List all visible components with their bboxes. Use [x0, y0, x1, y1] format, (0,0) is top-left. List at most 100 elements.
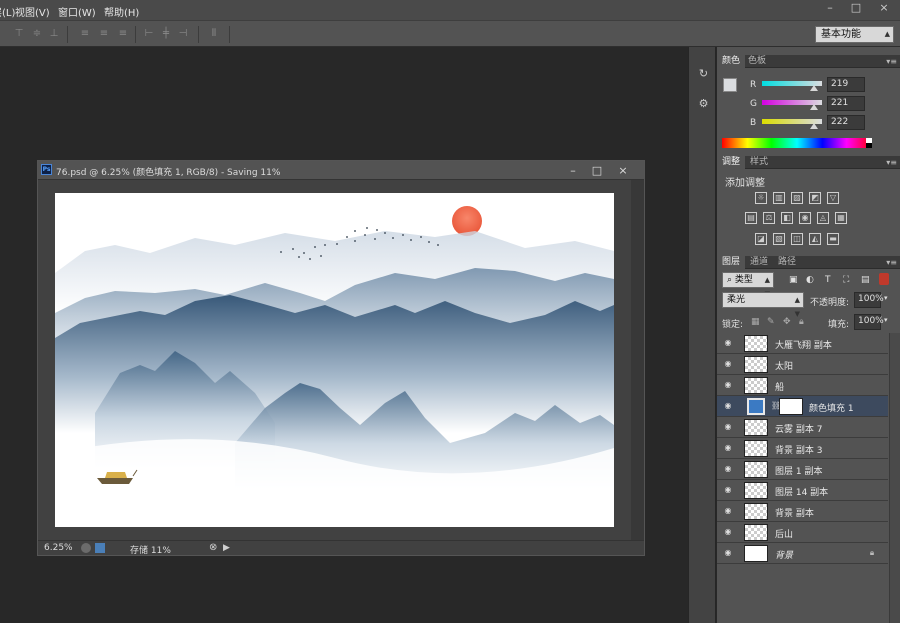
align-vcenter-icon[interactable]: ≑: [31, 28, 43, 40]
fill-input[interactable]: 100%: [854, 314, 884, 330]
align-hcenter-icon[interactable]: ╪: [160, 28, 172, 40]
spectrum-black-swatch[interactable]: [866, 143, 872, 148]
vibrance-icon[interactable]: ▽: [827, 192, 839, 204]
cancel-save-icon[interactable]: ⊗: [209, 543, 219, 553]
app-close-button[interactable]: ×: [874, 1, 894, 14]
layer-row[interactable]: ◉ 背景 副本: [717, 501, 888, 522]
filter-type-icon[interactable]: T: [825, 275, 831, 285]
app-minimize-button[interactable]: –: [820, 1, 840, 14]
distribute-horizontal-icon[interactable]: ⫴: [208, 28, 220, 40]
visibility-eye-icon[interactable]: ◉: [723, 444, 733, 452]
blue-slider-thumb[interactable]: [810, 123, 819, 129]
status-menu-arrow-icon[interactable]: ▶: [223, 543, 233, 553]
opacity-dropdown-icon[interactable]: ▾: [884, 294, 888, 302]
tab-paths[interactable]: 路径: [773, 256, 801, 269]
app-restore-button[interactable]: □: [846, 1, 866, 14]
lock-position-icon[interactable]: ✥: [783, 317, 791, 327]
doc-minimize-button[interactable]: –: [560, 161, 586, 180]
lock-all-icon[interactable]: 🔒︎: [799, 317, 804, 327]
status-info-icon[interactable]: [81, 543, 91, 553]
color-balance-icon[interactable]: ⚖: [763, 212, 775, 224]
levels-icon[interactable]: ▥: [773, 192, 785, 204]
layer-row[interactable]: ◉ 背景 🔒︎: [717, 543, 888, 564]
red-slider-thumb[interactable]: [809, 85, 818, 91]
history-panel-icon[interactable]: ↻: [695, 65, 712, 82]
visibility-eye-icon[interactable]: ◉: [723, 339, 733, 347]
green-value[interactable]: 221: [827, 96, 865, 111]
visibility-eye-icon[interactable]: ◉: [723, 486, 733, 494]
layer-row[interactable]: ◉ 背景 副本 3: [717, 438, 888, 459]
opacity-input[interactable]: 100%: [854, 292, 884, 308]
lock-image-icon[interactable]: ✎: [767, 317, 775, 327]
align-top-icon[interactable]: ⊤: [13, 28, 25, 40]
blue-value[interactable]: 222: [827, 115, 865, 130]
brightness-icon[interactable]: ☼: [755, 192, 767, 204]
fill-dropdown-icon[interactable]: ▾: [884, 316, 888, 324]
visibility-eye-icon[interactable]: ◉: [723, 507, 733, 515]
distribute-top-icon[interactable]: ≡: [79, 28, 91, 40]
tab-swatches[interactable]: 色板: [743, 55, 771, 68]
lock-transparent-icon[interactable]: ▦: [751, 317, 760, 327]
visibility-eye-icon[interactable]: ◉: [723, 402, 733, 410]
visibility-eye-icon[interactable]: ◉: [723, 549, 733, 557]
visibility-eye-icon[interactable]: ◉: [723, 381, 733, 389]
photo-filter-icon[interactable]: ◉: [799, 212, 811, 224]
artwork-canvas[interactable]: [55, 193, 614, 527]
tab-layers[interactable]: 图层: [717, 256, 746, 269]
align-bottom-icon[interactable]: ⊥: [48, 28, 60, 40]
panel-menu-icon[interactable]: ▾≡: [886, 256, 897, 269]
menu-help[interactable]: 帮助(H): [104, 4, 139, 19]
layers-scrollbar[interactable]: [889, 333, 900, 623]
tab-color[interactable]: 颜色: [717, 55, 746, 68]
layer-row[interactable]: ◉ 后山: [717, 522, 888, 543]
layer-row[interactable]: ◉ 图层 1 副本: [717, 459, 888, 480]
hue-saturation-icon[interactable]: ▤: [745, 212, 757, 224]
visibility-eye-icon[interactable]: ◉: [723, 528, 733, 536]
doc-maximize-button[interactable]: □: [584, 161, 610, 180]
invert-icon[interactable]: ◪: [755, 233, 767, 245]
status-preview-icon[interactable]: [95, 543, 105, 553]
visibility-eye-icon[interactable]: ◉: [723, 360, 733, 368]
distribute-vcenter-icon[interactable]: ≡: [98, 28, 110, 40]
properties-panel-icon[interactable]: ⚙: [695, 95, 712, 112]
black-white-icon[interactable]: ◧: [781, 212, 793, 224]
visibility-eye-icon[interactable]: ◉: [723, 423, 733, 431]
posterize-icon[interactable]: ▧: [773, 233, 785, 245]
document-scrollbar[interactable]: [631, 180, 644, 540]
layer-row[interactable]: ◉ 船: [717, 375, 888, 396]
layer-filter-select[interactable]: ⌕ 类型 ▲▼: [722, 272, 774, 298]
threshold-icon[interactable]: ◫: [791, 233, 803, 245]
layer-row[interactable]: ◉ 大雁飞翔 副本: [717, 333, 888, 354]
curves-icon[interactable]: ▨: [791, 192, 803, 204]
layer-row[interactable]: ◉ 太阳: [717, 354, 888, 375]
panel-menu-icon[interactable]: ▾≡: [886, 55, 897, 68]
doc-close-button[interactable]: ×: [610, 161, 636, 180]
document-title-bar[interactable]: Ps 76.psd @ 6.25% (颜色填充 1, RGB/8) - Savi…: [38, 161, 644, 180]
panel-menu-icon[interactable]: ▾≡: [886, 156, 897, 169]
menu-window[interactable]: 窗口(W): [58, 4, 96, 19]
tab-styles[interactable]: 样式: [745, 156, 773, 169]
workspace-select[interactable]: 基本功能 ▲▼: [815, 26, 894, 53]
gradient-map-icon[interactable]: ▬: [827, 233, 839, 245]
green-slider-thumb[interactable]: [810, 104, 819, 110]
color-lookup-icon[interactable]: ▦: [835, 212, 847, 224]
align-right-icon[interactable]: ⊣: [177, 28, 189, 40]
exposure-icon[interactable]: ◩: [809, 192, 821, 204]
tab-channels[interactable]: 通道: [745, 256, 773, 269]
red-value[interactable]: 219: [827, 77, 865, 92]
visibility-eye-icon[interactable]: ◉: [723, 465, 733, 473]
channel-mixer-icon[interactable]: ◬: [817, 212, 829, 224]
filter-smart-object-icon[interactable]: ▤: [861, 275, 870, 285]
foreground-color-swatch[interactable]: [723, 78, 737, 92]
filter-shape-icon[interactable]: ⛶: [843, 275, 849, 285]
filter-adjustment-icon[interactable]: ◐: [806, 275, 814, 285]
menu-view[interactable]: 视图(V): [15, 4, 50, 19]
selective-color-icon[interactable]: ◭: [809, 233, 821, 245]
color-spectrum-bar[interactable]: [722, 138, 872, 148]
filter-pixel-icon[interactable]: ▣: [789, 275, 798, 285]
layer-row[interactable]: ◉ ⛓ 颜色填充 1: [717, 396, 888, 417]
layer-row[interactable]: ◉ 云雾 副本 7: [717, 417, 888, 438]
blend-mode-select[interactable]: 柔光 ▲ ▼: [722, 292, 804, 318]
align-left-icon[interactable]: ⊢: [143, 28, 155, 40]
tab-adjustments[interactable]: 调整: [717, 156, 746, 169]
